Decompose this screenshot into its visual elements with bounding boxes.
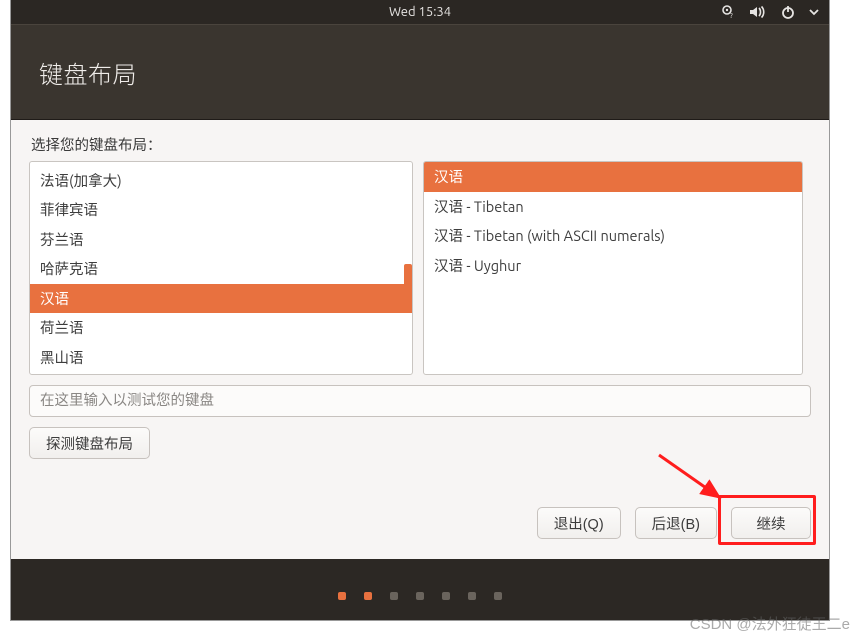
list-item[interactable]: 黑山语 <box>30 343 412 373</box>
page-header: 键盘布局 <box>11 24 829 120</box>
layout-variant-list[interactable]: 汉语汉语 - Tibetan汉语 - Tibetan (with ASCII n… <box>423 161 803 375</box>
page-title: 键盘布局 <box>39 55 137 90</box>
list-item[interactable]: 法语(加拿大) <box>30 166 412 196</box>
prompt-label: 选择您的键盘布局： <box>31 134 811 155</box>
pager-dot <box>494 592 502 600</box>
clock: Wed 15:34 <box>389 5 451 19</box>
back-button[interactable]: 后退(B) <box>635 507 717 539</box>
system-tray: ? <box>719 0 819 24</box>
list-item[interactable]: 汉语 - Tibetan (with ASCII numerals) <box>424 221 802 251</box>
pager-dot <box>442 592 450 600</box>
pager-dot <box>338 592 346 600</box>
list-item[interactable]: 荷兰语 <box>30 313 412 343</box>
accessibility-icon[interactable]: ? <box>719 5 735 19</box>
power-icon[interactable] <box>781 5 795 19</box>
pager-dot <box>468 592 476 600</box>
volume-icon[interactable] <box>749 5 767 19</box>
continue-button[interactable]: 继续 <box>731 507 811 539</box>
watermark: CSDN @法外狂徒王二e <box>690 613 850 634</box>
list-item[interactable]: 汉语 - Uyghur <box>424 251 802 281</box>
system-top-bar: Wed 15:34 ? <box>11 0 829 24</box>
chevron-down-icon[interactable] <box>809 7 819 17</box>
pager-dot <box>364 592 372 600</box>
svg-text:?: ? <box>730 12 733 19</box>
step-pager <box>11 592 829 600</box>
detect-layout-button[interactable]: 探测键盘布局 <box>29 427 150 459</box>
list-item[interactable]: 菲律宾语 <box>30 195 412 225</box>
list-item[interactable]: 汉语 <box>424 162 802 192</box>
scrollbar-thumb[interactable] <box>404 264 412 286</box>
keyboard-test-input[interactable] <box>29 385 811 417</box>
quit-button[interactable]: 退出(Q) <box>537 507 621 539</box>
list-item[interactable]: 汉语 - Tibetan <box>424 192 802 222</box>
pager-dot <box>416 592 424 600</box>
pager-dot <box>390 592 398 600</box>
list-item[interactable]: 汉语 <box>30 284 412 314</box>
content-area: 选择您的键盘布局： 法语(刚果民主共和国，刚果(金))法语(加拿大)菲律宾语芬兰… <box>11 120 829 559</box>
list-item[interactable]: 芬兰语 <box>30 225 412 255</box>
list-item[interactable]: 哈萨克语 <box>30 254 412 284</box>
language-list[interactable]: 法语(刚果民主共和国，刚果(金))法语(加拿大)菲律宾语芬兰语哈萨克语汉语荷兰语… <box>29 161 413 375</box>
